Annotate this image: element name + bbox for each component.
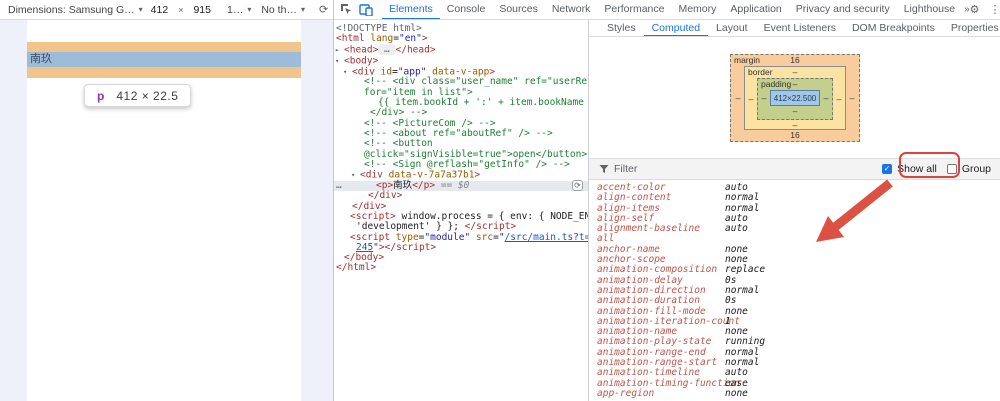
computed-property-row[interactable]: animation-timing-functionease [597, 379, 1000, 389]
chevron-down-icon: ▾ [139, 5, 143, 14]
group-checkbox[interactable] [947, 164, 957, 174]
tab-network[interactable]: Network [545, 0, 598, 20]
tab-performance[interactable]: Performance [597, 0, 671, 20]
box-model-padding[interactable]: padding ‒ ‒ 412×22.500 ‒ ‒ [757, 78, 833, 120]
computed-property-row[interactable]: align-itemsnormal [597, 204, 1000, 214]
expand-open-icon[interactable]: ▾ [351, 170, 360, 180]
computed-filter-bar: Filter ✓ Show all Group [589, 158, 1000, 180]
tab-elements[interactable]: Elements [382, 0, 440, 20]
tab-computed[interactable]: Computed [644, 20, 708, 37]
padding-top-value: ‒ [793, 79, 798, 89]
property-name: app-region [597, 389, 725, 399]
tab-memory[interactable]: Memory [671, 0, 723, 20]
filter-funnel-icon [599, 164, 609, 174]
dom-node[interactable]: <!-- <Sign @reflash="getInfo" /> --> [334, 160, 588, 170]
group-label: Group [962, 163, 991, 175]
computed-property-row[interactable]: alignment-baselineauto [597, 224, 1000, 234]
group-toggle[interactable]: Group [947, 163, 991, 175]
highlighted-element[interactable]: 南玖 [27, 52, 301, 67]
tab-dom-breakpoints[interactable]: DOM Breakpoints [844, 20, 943, 37]
viewport-height-input[interactable]: 915 [191, 4, 213, 16]
device-toolbar-toggle-icon[interactable] [358, 3, 374, 17]
devtools-panel: ElementsConsoleSourcesNetworkPerformance… [333, 0, 1000, 401]
property-value: none [725, 388, 748, 399]
box-model-border[interactable]: border ‒ ‒ padding ‒ [744, 66, 846, 130]
devtools-menu-icon[interactable]: ⋮ [990, 3, 1000, 16]
computed-sidebar: StylesComputedLayoutEvent ListenersDOM B… [589, 20, 1000, 401]
property-value: auto [725, 223, 748, 234]
box-model-content[interactable]: 412×22.500 [770, 90, 820, 106]
page-viewport: 南玖 p 412 × 22.5 [0, 20, 333, 401]
padding-bottom-value: ‒ [758, 106, 832, 117]
tab-console[interactable]: Console [440, 0, 493, 20]
expand-open-icon[interactable]: ▾ [335, 56, 344, 66]
dom-node[interactable]: </html> [334, 263, 588, 273]
filter-input[interactable]: Filter [614, 163, 637, 175]
gutter-dots-icon[interactable]: … [336, 181, 343, 191]
padding-label: padding [761, 79, 791, 90]
reveal-adorner-icon[interactable]: ⟳ [572, 180, 583, 191]
tab-sources[interactable]: Sources [492, 0, 545, 20]
device-preview-area: Dimensions: Samsung G… ▾ 412 × 915 1… ▾ … [0, 0, 333, 401]
viewport-width-input[interactable]: 412 [149, 4, 171, 16]
devtools-controls: ⚙ ⋮ ✕ [970, 3, 1000, 16]
dom-node[interactable]: ▾<body> [334, 56, 588, 67]
tab-event-listeners[interactable]: Event Listeners [756, 20, 844, 37]
device-dimensions-select[interactable]: Dimensions: Samsung G… [8, 4, 135, 16]
tab-application[interactable]: Application [723, 0, 788, 20]
box-model: margin 16 ‒ border ‒ ‒ [589, 37, 1000, 158]
margin-label: margin [734, 55, 760, 66]
dimensions-separator: × [178, 5, 183, 15]
tab-lighthouse[interactable]: Lighthouse [897, 0, 962, 20]
show-all-checkbox[interactable]: ✓ [882, 164, 892, 174]
padding-right-value: ‒ [820, 93, 832, 103]
expand-open-icon[interactable]: ▾ [343, 67, 352, 77]
tooltip-dimensions: 412 × 22.5 [116, 89, 178, 103]
rotate-viewport-icon[interactable]: ⟳ [319, 3, 328, 16]
expand-closed-icon[interactable]: ▸ [335, 45, 344, 55]
tab-styles[interactable]: Styles [599, 20, 644, 37]
tooltip-tag-name: p [97, 89, 104, 103]
highlight-margin-top [27, 42, 301, 52]
margin-left-value: ‒ [732, 93, 744, 103]
highlight-margin-bottom [27, 67, 301, 78]
device-toolbar: Dimensions: Samsung G… ▾ 412 × 915 1… ▾ … [0, 0, 333, 20]
tab-layout[interactable]: Layout [708, 20, 756, 37]
sidebar-tabs: StylesComputedLayoutEvent ListenersDOM B… [589, 20, 1000, 37]
throttling-select[interactable]: No th… [261, 4, 297, 16]
box-model-margin[interactable]: margin 16 ‒ border ‒ ‒ [730, 54, 860, 142]
margin-right-value: ‒ [846, 93, 858, 103]
show-all-toggle[interactable]: ✓ Show all [882, 163, 937, 175]
devtools-window: Dimensions: Samsung G… ▾ 412 × 915 1… ▾ … [0, 0, 1000, 401]
dom-node[interactable]: <html lang="en"> [334, 34, 588, 44]
padding-left-value: ‒ [758, 93, 770, 103]
tab-properties[interactable]: Properties [943, 20, 1000, 37]
chevron-down-icon: ▾ [247, 5, 251, 14]
computed-property-row[interactable]: app-regionnone [597, 389, 1000, 399]
margin-top-value: 16 [790, 55, 799, 65]
border-label: border [748, 67, 773, 78]
margin-bottom-value: 16 [731, 130, 859, 141]
rendered-page[interactable]: 南玖 p 412 × 22.5 [27, 20, 301, 401]
zoom-select[interactable]: 1… [227, 4, 243, 16]
property-name: alignment-baseline [597, 224, 725, 234]
main-tabs: ElementsConsoleSourcesNetworkPerformance… [382, 0, 962, 20]
dom-node[interactable]: ▸<head> … </head> [334, 45, 588, 56]
chevron-down-icon: ▾ [301, 5, 305, 14]
computed-properties-list: accent-colorautoalign-contentnormalalign… [589, 180, 1000, 399]
size-tooltip: p 412 × 22.5 [84, 84, 191, 107]
settings-gear-icon[interactable]: ⚙ [970, 3, 980, 16]
inspect-element-icon[interactable] [338, 3, 354, 17]
border-top-value: ‒ [793, 67, 798, 77]
border-left-value: ‒ [745, 94, 757, 104]
border-right-value: ‒ [833, 94, 845, 104]
tab-privacy-and-security[interactable]: Privacy and security [789, 0, 897, 20]
elements-dom-tree: <!DOCTYPE html><html lang="en">▸<head> …… [334, 20, 589, 401]
devtools-main-tabbar: ElementsConsoleSourcesNetworkPerformance… [334, 0, 1000, 20]
show-all-label: Show all [897, 163, 937, 175]
